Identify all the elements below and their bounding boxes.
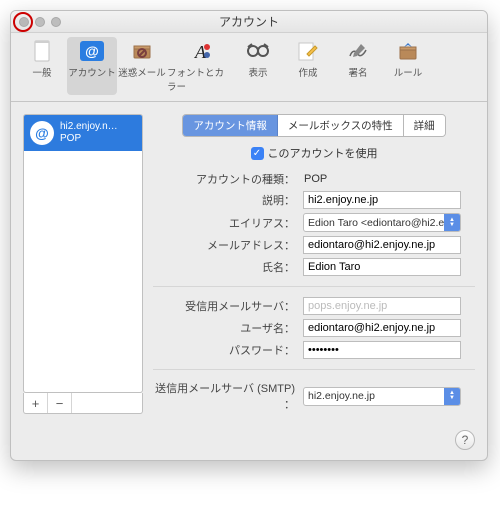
label-incoming-server: 受信用メールサーバ： [153, 298, 303, 314]
account-detail-pane: アカウント情報 メールボックスの特性 詳細 ✓ このアカウントを使用 アカウント… [153, 114, 475, 414]
account-icon: @ [78, 39, 106, 63]
separator [153, 286, 475, 287]
input-email[interactable] [303, 236, 461, 254]
label-smtp: 送信用メールサーバ (SMTP) ： [153, 380, 303, 412]
toolbar-signature[interactable]: 署名 [333, 37, 383, 95]
svg-text:@: @ [85, 43, 99, 59]
toolbar-label: 署名 [348, 65, 367, 79]
accounts-list[interactable]: @ hi2.enjoy.n… POP [23, 114, 143, 393]
select-alias[interactable]: Edion Taro <ediontaro@hi2.enj ▲▼ [303, 213, 461, 232]
select-smtp[interactable]: hi2.enjoy.ne.jp ▲▼ [303, 387, 461, 406]
toolbar-account[interactable]: @ アカウント [67, 37, 117, 95]
input-password[interactable] [303, 341, 461, 359]
view-icon [244, 39, 272, 63]
toolbar-label: 作成 [298, 65, 317, 79]
window-title: アカウント [11, 13, 487, 30]
toolbar-general[interactable]: 一般 [17, 37, 67, 95]
toolbar-label: 一般 [32, 65, 51, 79]
label-password: パスワード： [153, 342, 303, 358]
toolbar-compose[interactable]: 作成 [283, 37, 333, 95]
select-smtp-value: hi2.enjoy.ne.jp [308, 390, 375, 402]
chevron-up-down-icon: ▲▼ [444, 388, 460, 405]
general-icon [28, 39, 56, 63]
tab-mailbox-behavior[interactable]: メールボックスの特性 [278, 115, 404, 136]
toolbar-label: アカウント [68, 65, 116, 79]
enable-account-label: このアカウントを使用 [268, 145, 378, 161]
label-alias: エイリアス： [153, 215, 303, 231]
account-kind: POP [60, 133, 118, 145]
label-description: 説明： [153, 192, 303, 208]
prefs-toolbar: 一般 @ アカウント 迷惑メール A フォントとカラー 表示 [11, 33, 487, 102]
preferences-window: アカウント 一般 @ アカウント 迷惑メール A フォントとカラー [10, 10, 488, 461]
detail-tabs: アカウント情報 メールボックスの特性 詳細 [182, 114, 445, 137]
account-at-icon: @ [30, 121, 54, 145]
rules-icon [394, 39, 422, 63]
remove-account-button[interactable]: − [48, 393, 72, 413]
tab-advanced[interactable]: 詳細 [404, 115, 445, 136]
chevron-up-down-icon: ▲▼ [444, 214, 460, 231]
toolbar-view[interactable]: 表示 [233, 37, 283, 95]
add-account-button[interactable]: + [24, 393, 48, 413]
tab-account-info[interactable]: アカウント情報 [183, 115, 278, 136]
input-username[interactable] [303, 319, 461, 337]
junk-icon [128, 39, 156, 63]
toolbar-label: 迷惑メール [118, 65, 166, 79]
label-email: メールアドレス： [153, 237, 303, 253]
input-description[interactable] [303, 191, 461, 209]
select-alias-value: Edion Taro <ediontaro@hi2.enj [308, 217, 452, 229]
label-fullname: 氏名： [153, 259, 303, 275]
toolbar-junk[interactable]: 迷惑メール [117, 37, 167, 95]
toolbar-rules[interactable]: ルール [383, 37, 433, 95]
enable-account-row: ✓ このアカウントを使用 [153, 145, 475, 161]
signature-icon [344, 39, 372, 63]
toolbar-label: 表示 [248, 65, 267, 79]
separator [153, 369, 475, 370]
compose-icon [294, 39, 322, 63]
label-username: ユーザ名： [153, 320, 303, 336]
value-account-type: POP [303, 173, 475, 185]
fonts-icon: A [186, 39, 214, 63]
content-area: @ hi2.enjoy.n… POP + − アカウント情報 メールボックスの特… [11, 102, 487, 424]
accounts-sidebar: @ hi2.enjoy.n… POP + − [23, 114, 143, 414]
sidebar-footer: + − [23, 393, 143, 414]
titlebar: アカウント [11, 11, 487, 33]
toolbar-label: ルール [394, 65, 423, 79]
toolbar-fonts[interactable]: A フォントとカラー [167, 37, 233, 95]
input-fullname[interactable] [303, 258, 461, 276]
label-account-type: アカウントの種類： [153, 171, 303, 187]
toolbar-label: フォントとカラー [167, 65, 233, 93]
enable-account-checkbox[interactable]: ✓ [251, 147, 264, 160]
account-list-item[interactable]: @ hi2.enjoy.n… POP [24, 115, 142, 151]
account-name: hi2.enjoy.n… [60, 121, 118, 133]
help-button[interactable]: ? [455, 430, 475, 450]
input-incoming-server [303, 297, 461, 315]
